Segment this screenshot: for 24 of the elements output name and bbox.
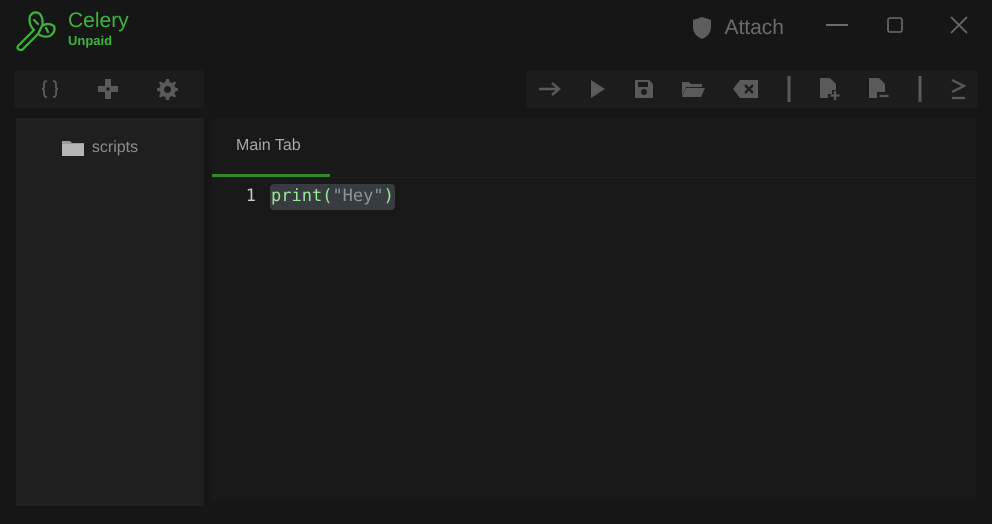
editor-tab[interactable]: Main Tab bbox=[212, 117, 330, 177]
folder-icon[interactable] bbox=[681, 80, 706, 98]
line-number: 1 bbox=[244, 185, 257, 208]
play-icon[interactable] bbox=[590, 79, 606, 99]
cross-icon[interactable] bbox=[96, 78, 119, 100]
plan-label: Unpaid bbox=[68, 33, 114, 49]
maximize-icon bbox=[887, 17, 903, 33]
separator-icon bbox=[918, 76, 922, 102]
greater-equal-icon[interactable] bbox=[950, 78, 966, 100]
braces-icon[interactable] bbox=[40, 79, 60, 99]
settings-icon[interactable] bbox=[156, 78, 178, 100]
minimize-icon bbox=[826, 24, 848, 26]
backspace-icon[interactable] bbox=[733, 79, 760, 99]
app-name: Celery bbox=[68, 9, 129, 33]
arrow-icon[interactable] bbox=[538, 82, 562, 96]
close-icon bbox=[950, 16, 968, 34]
save-icon[interactable] bbox=[634, 79, 654, 99]
folder-item[interactable]: scripts bbox=[92, 136, 138, 160]
attach-button[interactable]: Attach bbox=[692, 12, 784, 44]
folder-icon bbox=[62, 140, 84, 156]
shield-icon bbox=[692, 16, 712, 40]
separator-icon bbox=[786, 76, 791, 102]
file-add-icon[interactable] bbox=[818, 77, 841, 101]
file-remove-icon[interactable] bbox=[868, 77, 890, 101]
